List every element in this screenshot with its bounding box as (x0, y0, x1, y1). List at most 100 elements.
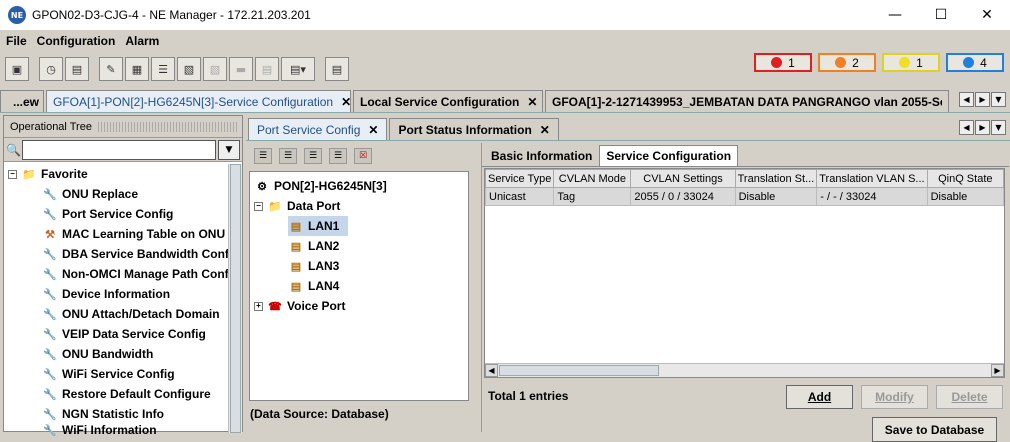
tree-lan3[interactable]: ▤ LAN3 (250, 256, 468, 276)
device-icon[interactable]: ▤ (65, 57, 89, 81)
tree-item[interactable]: 🔧 ONU Replace (4, 184, 242, 204)
tab-port-service-config[interactable]: Port Service Config ✕ (248, 118, 388, 140)
onu-icon: ⚙ (257, 180, 267, 193)
alarm-warning[interactable]: 4 (946, 53, 1004, 72)
tree-voice-port[interactable]: + ☎ Voice Port (250, 296, 468, 316)
modify-button[interactable]: Modify (861, 385, 928, 409)
folder-star-icon: 📁 (22, 168, 36, 181)
port-copy-icon[interactable]: ☰ (304, 148, 322, 164)
alarm-minor[interactable]: 1 (882, 53, 940, 72)
total-entries: Total 1 entries (488, 389, 569, 403)
col-translation-state[interactable]: Translation St... (734, 169, 818, 188)
tree-lan2[interactable]: ▤ LAN2 (250, 236, 468, 256)
tree-lan4[interactable]: ▤ LAN4 (250, 276, 468, 296)
view-dropdown-icon[interactable]: ▤▾ (281, 57, 315, 81)
tree-item[interactable]: 🔧 ONU Attach/Detach Domain (4, 304, 242, 324)
service-info-section: Basic Information Service Configuration … (481, 143, 1009, 442)
wrench-icon: 🔧 (43, 348, 57, 361)
close-tab-icon[interactable]: ✕ (527, 95, 537, 109)
list-icon[interactable]: ☰ (151, 57, 175, 81)
wrench-icon: 🔧 (43, 188, 57, 201)
tab-basic-information[interactable]: Basic Information (484, 145, 599, 166)
tree-favorite[interactable]: − 📁 Favorite (4, 164, 242, 184)
collapse-icon[interactable]: − (8, 169, 17, 179)
wrench-icon: 🔧 (43, 408, 57, 421)
search-input[interactable] (22, 139, 216, 160)
maximize-button[interactable]: ☐ (918, 0, 964, 30)
close-tab-icon[interactable]: ✕ (540, 123, 550, 137)
port-refresh-icon[interactable]: ☰ (329, 148, 347, 164)
home-icon[interactable]: ▣ (5, 57, 29, 81)
tab-scroll-left-icon[interactable]: ◀ (959, 120, 974, 135)
tab-service-configuration-detail[interactable]: Service Configuration (599, 145, 739, 166)
tree-root[interactable]: ⚙ PON[2]-HG6245N[3] (250, 176, 468, 196)
tab-scroll-right-icon[interactable]: ▶ (975, 92, 990, 107)
tree-lan1[interactable]: ▤ LAN1 (288, 216, 348, 236)
tab-overview[interactable]: ...ew (0, 90, 44, 112)
tab-list-icon[interactable]: ▼ (991, 120, 1006, 135)
disabled-tool-icon: ▧ (203, 57, 227, 81)
clock-icon[interactable]: ◷ (39, 57, 63, 81)
save-to-database-button[interactable]: Save to Database (872, 417, 997, 442)
alarm-counters: 1 2 1 4 (754, 53, 1004, 72)
menu-configuration[interactable]: Configuration (37, 34, 116, 48)
close-tab-icon[interactable]: ✕ (368, 123, 378, 137)
port-delete-icon[interactable]: ☒ (354, 148, 372, 164)
port-toolbar: ☰ ☰ ☰ ☰ ☒ (254, 148, 372, 164)
ethernet-port-icon: ▤ (290, 220, 302, 233)
ethernet-port-icon: ▤ (290, 280, 302, 293)
add-button[interactable]: Add (786, 385, 853, 409)
tree-item[interactable]: 🔧 Non-OMCI Manage Path Config (4, 264, 242, 284)
col-translation-vlan[interactable]: Translation VLAN S... (816, 169, 928, 188)
tab-port-status-information[interactable]: Port Status Information ✕ (389, 118, 559, 140)
tree-item[interactable]: 🔧 VEIP Data Service Config (4, 324, 242, 344)
tab-service-configuration[interactable]: GFOA[1]-PON[2]-HG6245N[3]-Service Config… (46, 90, 351, 112)
ethernet-port-icon: ▤ (290, 240, 302, 253)
tab-jembatan-service[interactable]: GFOA[1]-2-1271439953_JEMBATAN DATA PANGR… (545, 90, 949, 112)
menu-file[interactable]: File (6, 34, 27, 48)
chevron-down-icon[interactable]: ▼ (218, 139, 240, 160)
menu-alarm[interactable]: Alarm (125, 34, 159, 48)
port-add-icon[interactable]: ☰ (279, 148, 297, 164)
tree-item[interactable]: 🔧 DBA Service Bandwidth Config (4, 244, 242, 264)
scroll-left-icon[interactable]: ◀ (485, 364, 498, 377)
wrench-icon: 🔧 (43, 388, 57, 401)
phone-icon: ☎ (268, 300, 282, 313)
alarm-major[interactable]: 2 (818, 53, 876, 72)
delete-button[interactable]: Delete (936, 385, 1003, 409)
alarm-critical[interactable]: 1 (754, 53, 812, 72)
table-hscrollbar[interactable]: ◀ ▶ (485, 363, 1004, 377)
col-service-type[interactable]: Service Type (484, 169, 555, 188)
port-config-icon[interactable]: ☰ (254, 148, 272, 164)
operational-tree-panel: Operational Tree 🔍 ▼ − 📁 Favorite 🔧 ONU R… (3, 115, 243, 436)
col-qinq-state[interactable]: QinQ State (926, 169, 1005, 188)
close-tab-icon[interactable]: ✕ (341, 95, 350, 109)
add-config-icon[interactable]: ▦ (125, 57, 149, 81)
document-icon[interactable]: ▤ (325, 57, 349, 81)
remove-config-icon[interactable]: ▧ (177, 57, 201, 81)
collapse-icon[interactable]: − (254, 201, 263, 211)
edit-icon[interactable]: ✎ (99, 57, 123, 81)
tree-item[interactable]: 🔧 Device Information (4, 284, 242, 304)
tree-data-port[interactable]: − 📁 Data Port (250, 196, 468, 216)
col-cvlan-mode[interactable]: CVLAN Mode (553, 169, 632, 188)
table-row[interactable]: Unicast Tag 2055 / 0 / 33024 Disable - /… (484, 187, 1005, 206)
tab-scroll-left-icon[interactable]: ◀ (959, 92, 974, 107)
tree-item[interactable]: 🔧 ONU Bandwidth (4, 344, 242, 364)
col-cvlan-settings[interactable]: CVLAN Settings (630, 169, 736, 188)
tree-item[interactable]: 🔧 WiFi Information (4, 424, 242, 436)
tab-scroll-right-icon[interactable]: ▶ (975, 120, 990, 135)
tab-list-icon[interactable]: ▼ (991, 92, 1006, 107)
tree-item[interactable]: ⚒ MAC Learning Table on ONU (4, 224, 242, 244)
expand-icon[interactable]: + (254, 301, 263, 311)
tree-item[interactable]: 🔧 WiFi Service Config (4, 364, 242, 384)
scroll-right-icon[interactable]: ▶ (991, 364, 1004, 377)
tree-item[interactable]: 🔧 Restore Default Configure (4, 384, 242, 404)
minimize-button[interactable]: — (872, 0, 918, 30)
tree-scrollbar[interactable] (228, 164, 242, 433)
tree-item[interactable]: 🔧 NGN Statistic Info (4, 404, 242, 424)
drag-grip[interactable] (97, 121, 238, 132)
close-button[interactable]: ✕ (964, 0, 1010, 30)
tree-item[interactable]: 🔧 Port Service Config (4, 204, 242, 224)
tab-local-service-configuration[interactable]: Local Service Configuration ✕ (353, 90, 543, 112)
